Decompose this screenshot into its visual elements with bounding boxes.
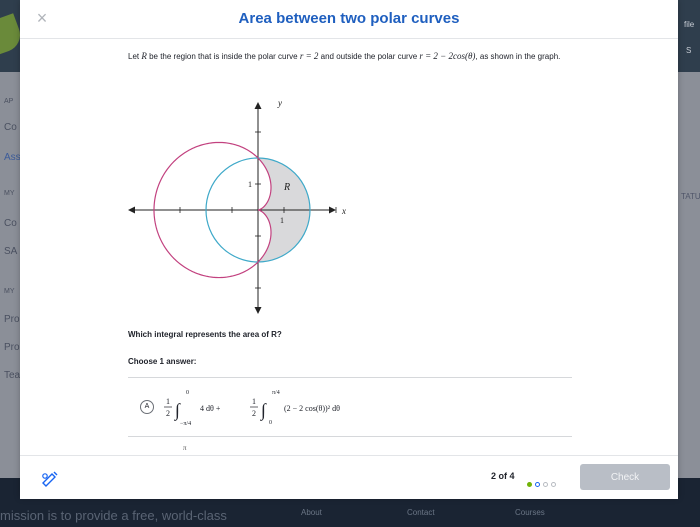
progress-dots: [527, 474, 559, 492]
choice-a-radio[interactable]: A: [140, 400, 154, 414]
problem-prompt: Let R be the region that is inside the p…: [128, 50, 568, 63]
x-axis-label: x: [341, 206, 346, 216]
integral-sign: ∫: [260, 400, 267, 421]
background-left-sidebar: AP Co Ass MY Co SA MY Pro Pro Tea: [0, 72, 22, 480]
sidebar-text: Co: [4, 122, 17, 133]
int2-lower-limit: 0: [269, 420, 272, 426]
right-panel-text: TATU: [681, 192, 700, 201]
x-axis-right-arrow-icon: [329, 206, 336, 214]
footer-link-courses[interactable]: Courses: [515, 508, 545, 517]
y-tick-label: 1: [248, 180, 252, 189]
background-right-panel: TATU: [678, 72, 700, 480]
question-text: Which integral represents the area of R?: [128, 330, 282, 339]
prompt-text: be the region that is inside the polar c…: [146, 52, 300, 61]
sidebar-text: SA: [4, 246, 18, 257]
coef-denominator: 2: [252, 409, 256, 418]
prompt-text: , as shown in the graph.: [475, 52, 561, 61]
y-axis-label: y: [277, 98, 282, 108]
modal-footer: 2 of 4 Check: [20, 455, 678, 499]
hint-pencil-icon[interactable]: [40, 469, 60, 487]
check-button[interactable]: Check: [580, 464, 670, 490]
choose-label: Choose 1 answer:: [128, 357, 197, 366]
x-axis-left-arrow-icon: [128, 206, 135, 214]
integral-sign: ∫: [174, 400, 181, 421]
choice-a-formula: 1 2 ∫ 0 −π/4 4 dθ + 1 2 ∫ π/4 0 (2 − 2 c…: [164, 390, 340, 427]
prompt-text: and outside the polar curve: [318, 52, 420, 61]
sidebar-text: Ass: [4, 152, 21, 163]
int1-lower-limit: −π/4: [180, 421, 191, 427]
sidebar-text: MY: [4, 190, 15, 197]
int1-body: 4 dθ +: [200, 404, 221, 413]
prompt-text: Let: [128, 52, 142, 61]
coef-numerator: 1: [252, 397, 256, 406]
divider: [128, 377, 572, 378]
exercise-modal: × Area between two polar curves Let R be…: [20, 0, 678, 499]
polar-graph: y x 1 1 R: [128, 98, 346, 314]
progress-dot: [527, 482, 532, 487]
progress-dot: [551, 482, 556, 487]
progress-dot: [535, 482, 540, 487]
choice-b-partial: π: [183, 444, 187, 452]
sidebar-text: Pro: [4, 342, 20, 353]
y-axis-down-arrow-icon: [254, 307, 262, 314]
y-axis-up-arrow-icon: [254, 102, 262, 109]
int2-upper-limit: π/4: [272, 390, 280, 396]
progress-dot: [543, 482, 548, 487]
coef-numerator: 1: [166, 397, 170, 406]
coef-denominator: 2: [166, 409, 170, 418]
footer-link-contact[interactable]: Contact: [407, 508, 435, 517]
sidebar-text: Tea: [4, 370, 21, 381]
background-top-right-text: S: [686, 46, 692, 55]
region-label: R: [283, 182, 290, 193]
int1-upper-limit: 0: [186, 390, 189, 396]
x-tick-label: 1: [280, 216, 284, 225]
answer-choice-a[interactable]: A 1 2 ∫ 0 −π/4 4 dθ + 1 2 ∫ π/4 0 (2 − 2…: [140, 384, 560, 432]
curve1-expression: r = 2: [299, 51, 319, 61]
modal-title: Area between two polar curves: [238, 10, 460, 27]
sidebar-text: Co: [4, 218, 17, 229]
background-top-right-text: file: [684, 20, 695, 29]
sidebar-text: Pro: [4, 314, 20, 325]
curve2-expression: r = 2 − 2cos(θ): [419, 51, 476, 61]
sidebar-text: MY: [4, 288, 15, 295]
int2-body: (2 − 2 cos(θ))² dθ: [284, 404, 340, 413]
divider: [128, 436, 572, 437]
footer-link-about[interactable]: About: [301, 508, 322, 517]
progress-counter: 2 of 4: [491, 471, 515, 481]
modal-header: × Area between two polar curves: [20, 0, 678, 39]
background-mission-text: mission is to provide a free, world-clas…: [0, 508, 227, 523]
sidebar-text: AP: [4, 98, 14, 105]
